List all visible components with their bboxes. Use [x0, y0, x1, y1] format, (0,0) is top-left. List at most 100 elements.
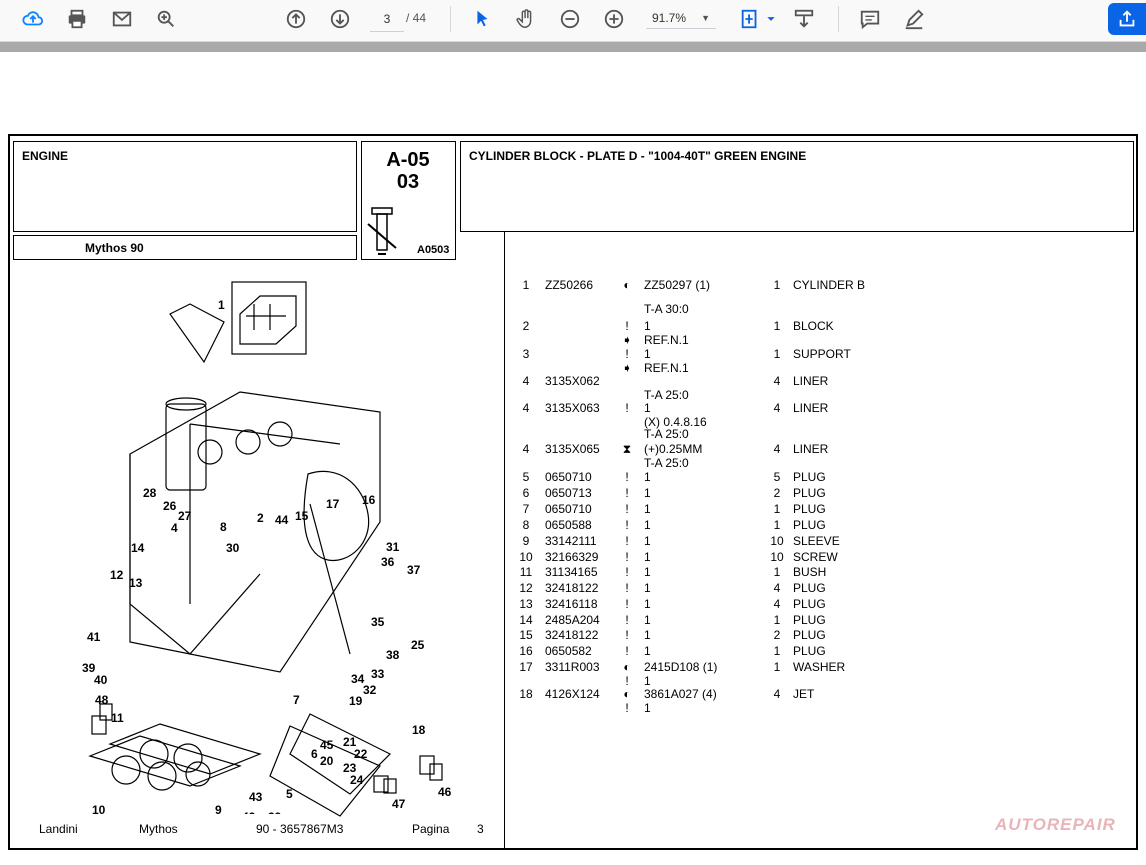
callout-label: 4 [171, 521, 178, 535]
parts-symbol: ! [625, 581, 629, 595]
zoom-in-icon[interactable] [600, 5, 628, 33]
parts-description: PLUG [793, 597, 826, 611]
parts-item-number: 5 [522, 470, 530, 484]
parts-symbol: ! [625, 486, 629, 500]
footer-page-label: Pagina [412, 822, 450, 836]
parts-replacement: 1 [644, 470, 651, 484]
parts-part-number: 32166329 [545, 550, 599, 564]
parts-symbol: ! [625, 565, 629, 579]
parts-replacement: 1 [644, 319, 651, 333]
parts-symbol: ! [625, 502, 629, 516]
parts-extra-note: 1 [644, 674, 651, 688]
parts-description: PLUG [793, 581, 826, 595]
sign-icon[interactable] [900, 5, 928, 33]
parts-extra-note: T-A 25:0 [644, 456, 689, 470]
parts-quantity: 1 [773, 502, 781, 516]
search-icon[interactable] [152, 5, 180, 33]
parts-description: LINER [793, 374, 829, 388]
callout-label: 38 [386, 648, 400, 662]
parts-item-number: 4 [522, 401, 530, 415]
chevron-down-icon[interactable] [757, 5, 785, 33]
upload-icon[interactable] [19, 5, 47, 33]
callout-label: 46 [438, 785, 452, 799]
parts-extra-note: REF.N.1 [644, 333, 689, 347]
select-pointer-icon[interactable] [468, 5, 496, 33]
parts-catalog-page: ENGINE Mythos 90 A-05 03 A0503 CYLINDER … [8, 134, 1138, 850]
parts-part-number: 3135X062 [545, 374, 600, 388]
parts-item-number: 3 [522, 347, 530, 361]
parts-replacement: 1 [644, 581, 651, 595]
callout-label: 35 [371, 615, 385, 629]
callout-label: 17 [326, 497, 340, 511]
parts-item-number: 18 [519, 687, 533, 701]
callout-label: 47 [392, 797, 406, 811]
parts-item-number: 8 [522, 518, 530, 532]
callout-label: 37 [407, 563, 421, 577]
parts-description: PLUG [793, 628, 826, 642]
parts-extra-symbol: ➧ [621, 333, 633, 347]
callout-label: 8 [220, 520, 227, 534]
parts-description: PLUG [793, 470, 826, 484]
column-divider [504, 232, 505, 848]
parts-item-number: 15 [519, 628, 533, 642]
parts-symbol: ! [625, 613, 629, 627]
parts-quantity: 4 [773, 374, 781, 388]
footer-page-number: 3 [477, 822, 484, 836]
parts-extra-note: 1 [644, 701, 651, 715]
parts-description: LINER [793, 442, 829, 456]
parts-item-number: 4 [522, 374, 530, 388]
toolbar-divider [450, 6, 451, 32]
parts-item-number: 4 [522, 442, 530, 456]
parts-part-number: 32418122 [545, 581, 599, 595]
pdf-toolbar: / 44 91.7% ▼ [0, 0, 1146, 42]
parts-description: CYLINDER B [793, 278, 866, 292]
parts-item-number: 17 [519, 660, 533, 674]
parts-description: PLUG [793, 613, 826, 627]
parts-replacement: 1 [644, 597, 651, 611]
parts-description: PLUG [793, 486, 826, 500]
parts-replacement: 1 [644, 518, 651, 532]
parts-replacement: 1 [644, 534, 651, 548]
parts-part-number: 3311R003 [545, 660, 600, 674]
zoom-select[interactable]: 91.7% ▼ [646, 7, 716, 29]
parts-extra-note: REF.N.1 [644, 361, 689, 375]
callout-label: 33 [371, 667, 385, 681]
footer-series: Mythos [139, 822, 178, 836]
callout-label: 13 [129, 576, 143, 590]
parts-description: SLEEVE [793, 534, 840, 548]
download-icon[interactable] [790, 5, 818, 33]
share-icon [1119, 10, 1135, 27]
parts-part-number: ZZ50266 [545, 278, 594, 292]
next-page-icon[interactable] [326, 5, 354, 33]
code-bottom: 03 [396, 171, 420, 193]
parts-symbol: ! [625, 644, 629, 658]
share-button[interactable] [1108, 3, 1146, 35]
parts-quantity: 10 [770, 550, 784, 564]
page-number-input[interactable] [370, 7, 404, 32]
comment-icon[interactable] [856, 5, 884, 33]
pan-hand-icon[interactable] [512, 5, 540, 33]
callout-label: 15 [295, 509, 309, 523]
prev-page-icon[interactable] [282, 5, 310, 33]
zoom-out-icon[interactable] [556, 5, 584, 33]
title-box: CYLINDER BLOCK - PLATE D - "1004-40T" GR… [460, 141, 1134, 232]
mail-icon[interactable] [108, 5, 136, 33]
callout-label: 12 [110, 568, 124, 582]
page-total-label: / 44 [406, 11, 427, 25]
parts-description: PLUG [793, 502, 826, 516]
print-icon[interactable] [63, 5, 91, 33]
toolbar-divider [838, 6, 839, 32]
parts-description: LINER [793, 401, 829, 415]
parts-part-number: 0650710 [545, 470, 592, 484]
parts-quantity: 1 [773, 565, 781, 579]
parts-item-number: 7 [522, 502, 530, 516]
callout-label: 31 [386, 540, 400, 554]
callout-label: 41 [87, 630, 101, 644]
parts-quantity: 2 [773, 628, 781, 642]
parts-quantity: 1 [773, 660, 781, 674]
parts-quantity: 2 [773, 486, 781, 500]
parts-part-number: 32418122 [545, 628, 599, 642]
parts-item-number: 1 [522, 278, 530, 292]
parts-item-number: 16 [519, 644, 533, 658]
parts-replacement: 1 [644, 502, 651, 516]
